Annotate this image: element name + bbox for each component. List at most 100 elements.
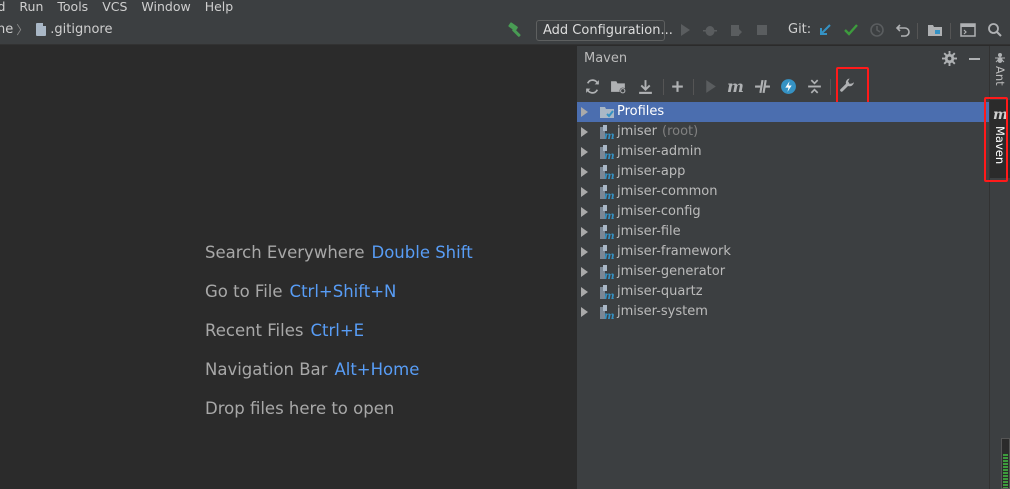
maven-module-icon: m — [600, 265, 615, 280]
expand-arrow-icon[interactable] — [581, 147, 588, 157]
project-structure-icon[interactable] — [927, 22, 943, 38]
reload-icon[interactable] — [584, 78, 601, 95]
hint-navigation-bar: Navigation Bar Alt+Home — [205, 360, 420, 379]
search-icon[interactable] — [987, 22, 1003, 38]
tree-item-label: jmiser — [617, 124, 658, 139]
tree-item-label: jmiser-config — [617, 204, 701, 219]
expand-arrow-icon[interactable] — [581, 267, 588, 277]
execute-goal-icon[interactable]: m — [727, 78, 744, 95]
maven-module-icon: m — [600, 185, 615, 200]
svg-text:m: m — [604, 151, 615, 160]
expand-arrow-icon[interactable] — [581, 207, 588, 217]
menu-tools[interactable]: Tools — [57, 0, 88, 13]
expand-arrow-icon[interactable] — [581, 167, 588, 177]
breadcrumb-parent[interactable]: ne — [0, 22, 13, 37]
tree-item-note: (root) — [662, 124, 699, 139]
memory-indicator — [1001, 438, 1010, 489]
skip-tests-icon[interactable] — [780, 78, 797, 95]
minimize-icon[interactable] — [969, 58, 980, 60]
shortcut-key[interactable]: Alt+Home — [334, 360, 419, 379]
hint-drop-files: Drop files here to open — [205, 399, 395, 418]
tree-item-module[interactable]: m jmiser-app — [577, 162, 990, 182]
maven-module-icon: m — [600, 165, 615, 180]
history-icon[interactable] — [869, 22, 885, 38]
download-icon[interactable] — [637, 78, 654, 95]
highlight-box — [836, 67, 869, 104]
git-update-icon[interactable] — [817, 22, 833, 38]
tree-item-module[interactable]: m jmiser-generator — [577, 262, 990, 282]
maven-module-icon: m — [600, 205, 615, 220]
toolbar-divider — [693, 79, 694, 95]
build-hammer-icon[interactable] — [507, 21, 525, 39]
hint-recent-files: Recent Files Ctrl+E — [205, 321, 365, 340]
offline-mode-icon[interactable] — [754, 78, 771, 95]
toolbar-divider — [917, 23, 918, 39]
run-icon[interactable] — [677, 22, 693, 38]
menu-run[interactable]: Run — [19, 0, 43, 13]
ant-icon — [995, 53, 1005, 63]
coverage-icon[interactable] — [728, 22, 744, 38]
rollback-icon[interactable] — [895, 22, 911, 38]
expand-arrow-icon[interactable] — [581, 187, 588, 197]
breadcrumb: ne 〉 .gitignore — [0, 21, 112, 38]
stop-icon[interactable] — [754, 22, 770, 38]
expand-arrow-icon[interactable] — [581, 127, 588, 137]
tree-item-profiles[interactable]: Profiles — [577, 102, 990, 122]
run-icon[interactable] — [702, 78, 719, 95]
expand-arrow-icon[interactable] — [581, 307, 588, 317]
toolbar-divider — [950, 23, 951, 39]
tree-item-label: jmiser-admin — [617, 144, 702, 159]
expand-arrow-icon[interactable] — [581, 247, 588, 257]
file-icon — [34, 22, 47, 37]
tree-item-module[interactable]: m jmiser-quartz — [577, 282, 990, 302]
toolbar-divider — [830, 79, 831, 95]
maven-module-icon: m — [600, 225, 615, 240]
shortcut-key[interactable]: Ctrl+Shift+N — [290, 282, 397, 301]
svg-text:m: m — [604, 131, 615, 140]
menu-build[interactable]: ld — [0, 0, 5, 13]
tree-item-label: jmiser-quartz — [617, 284, 703, 299]
svg-text:m: m — [604, 231, 615, 240]
generate-sources-icon[interactable] — [610, 78, 627, 95]
expand-arrow-icon[interactable] — [581, 107, 588, 117]
menu-window[interactable]: Window — [141, 0, 190, 13]
hint-go-to-file: Go to File Ctrl+Shift+N — [205, 282, 397, 301]
tree-item-module[interactable]: m jmiser-config — [577, 202, 990, 222]
svg-text:m: m — [604, 251, 615, 260]
git-label: Git: — [788, 22, 812, 37]
expand-arrow-icon[interactable] — [581, 287, 588, 297]
maven-header: Maven — [577, 46, 990, 72]
svg-text:m: m — [604, 271, 615, 280]
tree-item-label: jmiser-common — [617, 184, 718, 199]
highlight-box — [984, 97, 1008, 182]
tree-item-label: Profiles — [617, 104, 665, 119]
breadcrumb-file[interactable]: .gitignore — [50, 22, 112, 37]
gear-icon[interactable] — [942, 51, 957, 66]
add-configuration-button[interactable]: Add Configuration... — [536, 20, 673, 41]
git-commit-icon[interactable] — [843, 22, 859, 38]
debug-icon[interactable] — [702, 22, 718, 38]
maven-module-icon: m — [600, 285, 615, 300]
shortcut-key[interactable]: Double Shift — [372, 243, 473, 262]
stripe-button-ant[interactable]: Ant — [993, 66, 1007, 86]
maven-toolbar: m — [577, 67, 990, 104]
terminal-icon[interactable] — [960, 22, 976, 38]
menu-help[interactable]: Help — [205, 0, 234, 13]
maven-module-icon: m — [600, 125, 615, 140]
svg-text:m: m — [604, 311, 615, 320]
tree-item-module[interactable]: m jmiser (root) — [577, 122, 990, 142]
expand-arrow-icon[interactable] — [581, 227, 588, 237]
shortcut-key[interactable]: Ctrl+E — [310, 321, 364, 340]
menu-vcs[interactable]: VCS — [102, 0, 127, 13]
collapse-all-icon[interactable] — [806, 78, 823, 95]
tree-item-module[interactable]: m jmiser-framework — [577, 242, 990, 262]
add-icon[interactable] — [669, 78, 686, 95]
tree-item-label: jmiser-system — [617, 304, 708, 319]
tree-item-module[interactable]: m jmiser-system — [577, 302, 990, 322]
tree-item-module[interactable]: m jmiser-common — [577, 182, 990, 202]
maven-module-icon: m — [600, 245, 615, 260]
tree-item-module[interactable]: m jmiser-file — [577, 222, 990, 242]
maven-module-icon: m — [600, 145, 615, 160]
tree-item-label: jmiser-file — [617, 224, 681, 239]
tree-item-module[interactable]: m jmiser-admin — [577, 142, 990, 162]
